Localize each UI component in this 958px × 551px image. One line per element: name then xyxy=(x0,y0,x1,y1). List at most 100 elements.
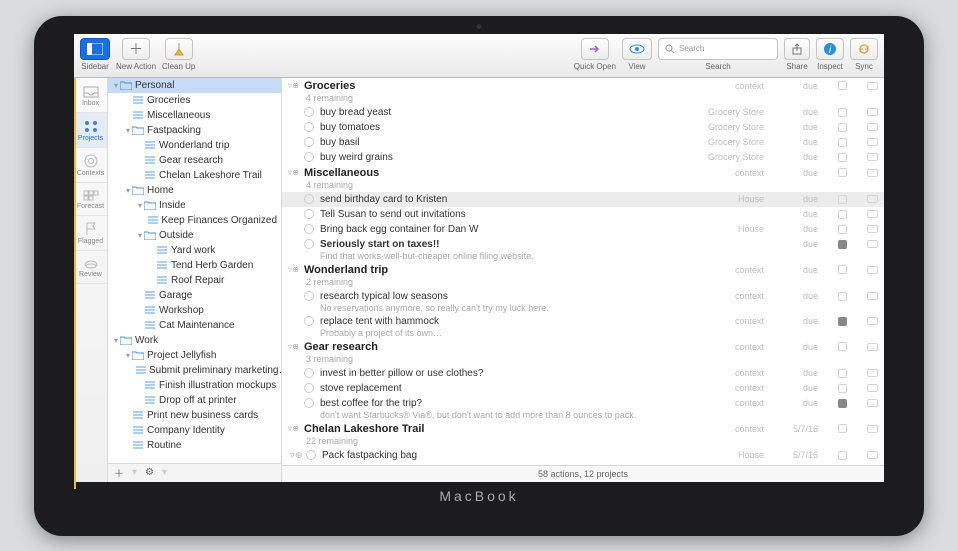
checkbox[interactable] xyxy=(304,152,314,162)
nav-projects[interactable]: Projects xyxy=(74,113,107,148)
new-action-button[interactable]: ＋ New Action xyxy=(116,38,156,71)
checkbox[interactable] xyxy=(304,194,314,204)
gear-button[interactable]: ⚙ xyxy=(145,467,154,478)
sidebar-item[interactable]: ▾Personal xyxy=(108,78,281,93)
sidebar-item[interactable]: ▾Work xyxy=(108,333,281,348)
disclosure-arrow[interactable]: ▾ xyxy=(124,126,132,135)
group-header[interactable]: ▿ ⊕Wonderland tripcontextdue xyxy=(282,262,884,278)
task-row[interactable]: Tell Susan to send out invitationsdue xyxy=(282,207,884,222)
nav-forecast[interactable]: Forecast xyxy=(74,183,107,216)
flag-toggle[interactable] xyxy=(838,240,847,249)
disclosure-arrow[interactable]: ▾ xyxy=(112,336,120,345)
disclosure-icon[interactable]: ▿ ⊕ xyxy=(288,168,304,177)
sidebar-item[interactable]: Routine xyxy=(108,438,281,453)
sidebar-item[interactable]: ▾Inside xyxy=(108,198,281,213)
nav-inbox[interactable]: Inbox xyxy=(74,80,107,113)
quick-open-button[interactable]: Quick Open xyxy=(574,38,616,71)
sidebar-item[interactable]: Cat Maintenance xyxy=(108,318,281,333)
flag-toggle[interactable] xyxy=(838,384,847,393)
disclosure-arrow[interactable]: ▾ xyxy=(112,81,120,90)
checkbox[interactable] xyxy=(304,137,314,147)
flag-toggle[interactable] xyxy=(838,108,847,117)
task-row[interactable]: send birthday card to KristenHousedue xyxy=(282,192,884,207)
sync-button[interactable]: Sync xyxy=(850,38,878,71)
sidebar-item[interactable]: Finish illustration mockups xyxy=(108,378,281,393)
sidebar-item[interactable]: ▾Home xyxy=(108,183,281,198)
group-header[interactable]: ▿ ⊕Groceriescontextdue xyxy=(282,78,884,94)
flag-toggle[interactable] xyxy=(838,292,847,301)
checkbox[interactable] xyxy=(304,291,314,301)
sidebar-item[interactable]: Print new business cards xyxy=(108,408,281,423)
disclosure-arrow[interactable]: ▾ xyxy=(124,351,132,360)
checkbox[interactable] xyxy=(304,107,314,117)
task-row[interactable]: buy weird grainsGrocery Storedue xyxy=(282,150,884,165)
checkbox[interactable] xyxy=(304,122,314,132)
checkbox[interactable] xyxy=(304,383,314,393)
sidebar-item[interactable]: Yard work xyxy=(108,243,281,258)
sidebar-item[interactable]: Chelan Lakeshore Trail xyxy=(108,168,281,183)
task-row[interactable]: ▿ ⊕Pack fastpacking bagHouse5/7/16 xyxy=(282,448,884,463)
checkbox[interactable] xyxy=(304,316,314,326)
inspect-button[interactable]: i Inspect xyxy=(816,38,844,71)
task-row[interactable]: research typical low seasonscontextdue xyxy=(282,289,884,304)
disclosure-icon[interactable]: ▿ ⊕ xyxy=(288,424,304,433)
nav-flagged[interactable]: Flagged xyxy=(74,216,107,251)
task-row[interactable]: invest in better pillow or use clothes?c… xyxy=(282,366,884,381)
sidebar-item[interactable]: Tend Herb Garden xyxy=(108,258,281,273)
task-row[interactable]: replace tent with hammockcontextdue xyxy=(282,314,884,329)
task-row[interactable]: buy bread yeastGrocery Storedue xyxy=(282,105,884,120)
flag-toggle[interactable] xyxy=(838,195,847,204)
sidebar-item[interactable]: Keep Finances Organized xyxy=(108,213,281,228)
flag-toggle[interactable] xyxy=(838,153,847,162)
sidebar-item[interactable]: Gear research xyxy=(108,153,281,168)
checkbox[interactable] xyxy=(306,450,316,460)
nav-review[interactable]: Review xyxy=(74,251,107,284)
checkbox[interactable] xyxy=(304,239,314,249)
sidebar-item[interactable]: ▾Outside xyxy=(108,228,281,243)
sidebar-item[interactable]: Wonderland trip xyxy=(108,138,281,153)
sidebar-item[interactable]: Submit preliminary marketing… xyxy=(108,363,281,378)
view-button[interactable]: View xyxy=(622,38,652,71)
search-tool[interactable]: Search Search xyxy=(658,38,778,71)
disclosure-icon[interactable]: ▿ ⊕ xyxy=(288,81,304,90)
disclosure-icon[interactable]: ▿ ⊕ xyxy=(288,265,304,274)
sidebar-item[interactable]: Roof Repair xyxy=(108,273,281,288)
add-button[interactable]: ＋ xyxy=(114,465,124,480)
flag-toggle[interactable] xyxy=(838,317,847,326)
task-row[interactable]: Seriously start on taxes!!due xyxy=(282,237,884,252)
sidebar-item[interactable]: Miscellaneous xyxy=(108,108,281,123)
task-row[interactable]: buy tomatoesGrocery Storedue xyxy=(282,120,884,135)
checkbox[interactable] xyxy=(304,224,314,234)
flag-toggle[interactable] xyxy=(838,138,847,147)
group-header[interactable]: ▿ ⊕Miscellaneouscontextdue xyxy=(282,165,884,181)
sidebar-item[interactable]: Drop off at printer xyxy=(108,393,281,408)
checkbox[interactable] xyxy=(304,398,314,408)
sidebar-tree[interactable]: ▾PersonalGroceriesMiscellaneous▾Fastpack… xyxy=(108,78,281,462)
share-button[interactable]: Share xyxy=(784,38,810,71)
flag-toggle[interactable] xyxy=(838,210,847,219)
sidebar-item[interactable]: Groceries xyxy=(108,93,281,108)
group-header[interactable]: ▿ ⊕Chelan Lakeshore Trailcontext5/7/16 xyxy=(282,421,884,437)
nav-contexts[interactable]: Contexts xyxy=(74,148,107,183)
sidebar-item[interactable]: Company Identity xyxy=(108,423,281,438)
checkbox[interactable] xyxy=(304,209,314,219)
sidebar-item[interactable]: ▾Fastpacking xyxy=(108,123,281,138)
disclosure-arrow[interactable]: ▾ xyxy=(136,201,144,210)
disclosure-icon[interactable]: ▿ ⊕ xyxy=(288,342,304,351)
task-row[interactable]: Bring back egg container for Dan WHoused… xyxy=(282,222,884,237)
flag-toggle[interactable] xyxy=(838,225,847,234)
group-header[interactable]: ▿ ⊕Gear researchcontextdue xyxy=(282,339,884,355)
flag-toggle[interactable] xyxy=(838,399,847,408)
sidebar-item[interactable]: Workshop xyxy=(108,303,281,318)
disclosure-arrow[interactable]: ▾ xyxy=(124,186,132,195)
task-row[interactable]: stove replacementcontextdue xyxy=(282,381,884,396)
checkbox[interactable] xyxy=(304,368,314,378)
cleanup-button[interactable]: Clean Up xyxy=(162,38,195,71)
sidebar-item[interactable]: ▾Project Jellyfish xyxy=(108,348,281,363)
flag-toggle[interactable] xyxy=(838,123,847,132)
flag-toggle[interactable] xyxy=(838,369,847,378)
content-list[interactable]: ▿ ⊕Groceriescontextdue4 remainingbuy bre… xyxy=(282,78,884,465)
sidebar-toggle[interactable]: Sidebar xyxy=(80,38,110,71)
flag-toggle[interactable] xyxy=(838,451,847,460)
disclosure-arrow[interactable]: ▾ xyxy=(136,231,144,240)
